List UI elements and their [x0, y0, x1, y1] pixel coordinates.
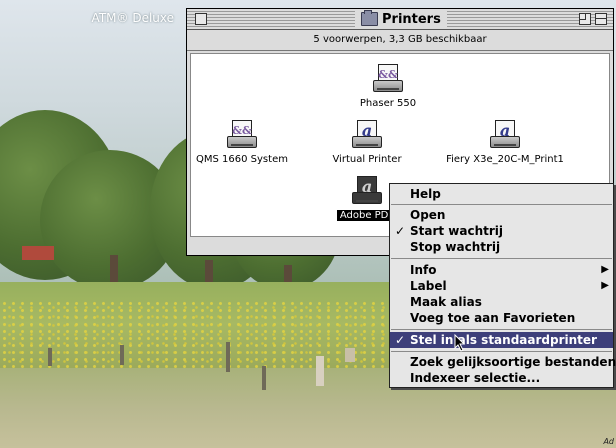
menu-item-label: Info — [410, 263, 437, 277]
menu-item-start-queue[interactable]: ✓ Start wachtrij — [390, 223, 613, 239]
checkmark: ✓ — [395, 333, 406, 347]
fence-post — [262, 366, 266, 390]
printer-name: QMS 1660 System — [196, 154, 288, 165]
menu-item-add-to-favorites[interactable]: Voeg toe aan Favorieten — [390, 310, 613, 326]
menu-item-stop-queue[interactable]: Stop wachtrij — [390, 239, 613, 255]
window-info-bar: 5 voorwerpen, 3,3 GB beschikbaar — [187, 30, 613, 51]
menu-separator — [391, 258, 612, 259]
menu-item-label: Maak alias — [410, 295, 482, 309]
fence-post — [120, 345, 124, 365]
menu-item-open[interactable]: Open — [390, 207, 613, 223]
menu-separator — [391, 351, 612, 352]
menu-item-label-submenu[interactable]: Label ▶ — [390, 278, 613, 294]
window-title-text: Printers — [382, 11, 441, 27]
menu-item-label: Label — [410, 279, 447, 293]
acrobat-printer-icon: a — [352, 176, 382, 208]
menu-item-label: Stop wachtrij — [410, 240, 501, 254]
printer-folder-icon — [361, 10, 378, 26]
menu-item-make-alias[interactable]: Maak alias — [390, 294, 613, 310]
fence-post — [48, 348, 52, 366]
menu-separator — [391, 329, 612, 330]
printer-name: Virtual Printer — [332, 154, 402, 165]
close-box[interactable] — [195, 13, 207, 25]
menu-item-help[interactable]: Help — [390, 186, 613, 202]
postscript-printer-icon: && — [373, 64, 403, 96]
corner-mark: Ad — [603, 437, 614, 446]
printer-virtual[interactable]: a Virtual Printer — [321, 120, 413, 165]
checkmark: ✓ — [395, 224, 406, 238]
printer-phaser-550[interactable]: && Phaser 550 — [343, 64, 433, 109]
title-bar[interactable]: Printers — [187, 9, 613, 30]
printer-adobe-pdf[interactable]: a Adobe PDF — [337, 176, 397, 221]
acrobat-printer-icon: a — [490, 120, 520, 152]
printer-name: Adobe PDF — [337, 210, 397, 221]
mouse-cursor-icon — [454, 334, 466, 352]
fence-post — [345, 348, 355, 362]
atm-deluxe-label[interactable]: ATM® Deluxe — [0, 8, 184, 28]
contextual-menu[interactable]: Help Open ✓ Start wachtrij Stop wachtrij… — [389, 183, 616, 388]
printer-fiery[interactable]: a Fiery X3e_20C-M_Print1 — [435, 120, 575, 165]
submenu-arrow-icon: ▶ — [601, 264, 609, 275]
menu-item-label: Start wachtrij — [410, 224, 504, 238]
window-title: Printers — [355, 10, 447, 28]
printer-name: Phaser 550 — [359, 98, 417, 109]
fence-post — [316, 356, 324, 386]
menu-item-set-default-printer[interactable]: ✓ Stel in als standaardprinter — [390, 332, 613, 348]
acrobat-printer-icon: a — [352, 120, 382, 152]
menu-item-label: Voeg toe aan Favorieten — [410, 311, 576, 325]
menu-separator — [391, 204, 612, 205]
menu-item-label: Open — [410, 208, 446, 222]
menu-item-label: Stel in als standaardprinter — [410, 333, 597, 347]
menu-item-label: Indexeer selectie... — [410, 371, 541, 385]
farmhouse-roof — [22, 246, 54, 260]
menu-item-label: Zoek gelijksoortige bestanden — [410, 355, 616, 369]
zoom-box[interactable] — [579, 13, 591, 25]
fence-post — [226, 342, 230, 372]
printer-qms-1660[interactable]: && QMS 1660 System — [191, 120, 297, 165]
menu-item-find-similar[interactable]: Zoek gelijksoortige bestanden — [390, 354, 616, 370]
menu-item-info[interactable]: Info ▶ — [390, 262, 613, 278]
menu-item-index-selection[interactable]: Indexeer selectie... — [390, 370, 613, 386]
printer-name: Fiery X3e_20C-M_Print1 — [446, 154, 564, 165]
collapse-box[interactable] — [595, 13, 607, 25]
submenu-arrow-icon: ▶ — [601, 280, 609, 291]
menu-item-label: Help — [410, 187, 441, 201]
postscript-printer-icon: && — [227, 120, 257, 152]
